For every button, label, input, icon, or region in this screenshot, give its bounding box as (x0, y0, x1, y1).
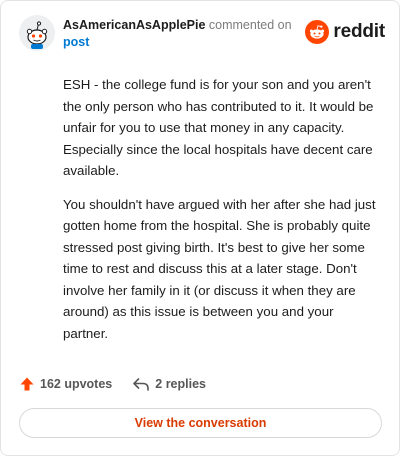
reddit-alien-icon (305, 20, 330, 44)
comment-paragraph: You shouldn't have argued with her after… (63, 196, 376, 341)
commented-on-text: commented on (208, 18, 292, 32)
upvote-button[interactable]: 162 upvotes (19, 376, 112, 392)
reddit-brand[interactable]: reddit (305, 19, 385, 45)
default-avatar-icon (19, 15, 55, 51)
reply-count: 2 replies (155, 377, 206, 391)
username-link[interactable]: AsAmericanAsApplePie (63, 18, 205, 32)
upvote-arrow-icon (20, 377, 34, 391)
avatar[interactable] (19, 15, 55, 51)
comment-body: ESH - the college fund is for your son a… (63, 74, 378, 356)
reddit-wordmark: reddit (333, 21, 385, 42)
upvote-count: 162 upvotes (40, 377, 113, 391)
comment-paragraph: ESH - the college fund is for your son a… (63, 77, 374, 178)
comment-header: AsAmericanAsApplePie commented on post r… (19, 15, 385, 55)
comment-actions: 162 upvotes 2 replies (19, 373, 206, 395)
reply-arrow-icon (133, 378, 150, 391)
post-link[interactable]: post (63, 34, 303, 51)
view-conversation-button[interactable]: View the conversation (19, 408, 382, 438)
replies-button[interactable]: 2 replies (132, 376, 206, 392)
byline: AsAmericanAsApplePie commented on post (63, 17, 303, 51)
view-conversation-label: View the conversation (134, 416, 267, 430)
comment-embed-card: AsAmericanAsApplePie commented on post r… (0, 0, 400, 456)
